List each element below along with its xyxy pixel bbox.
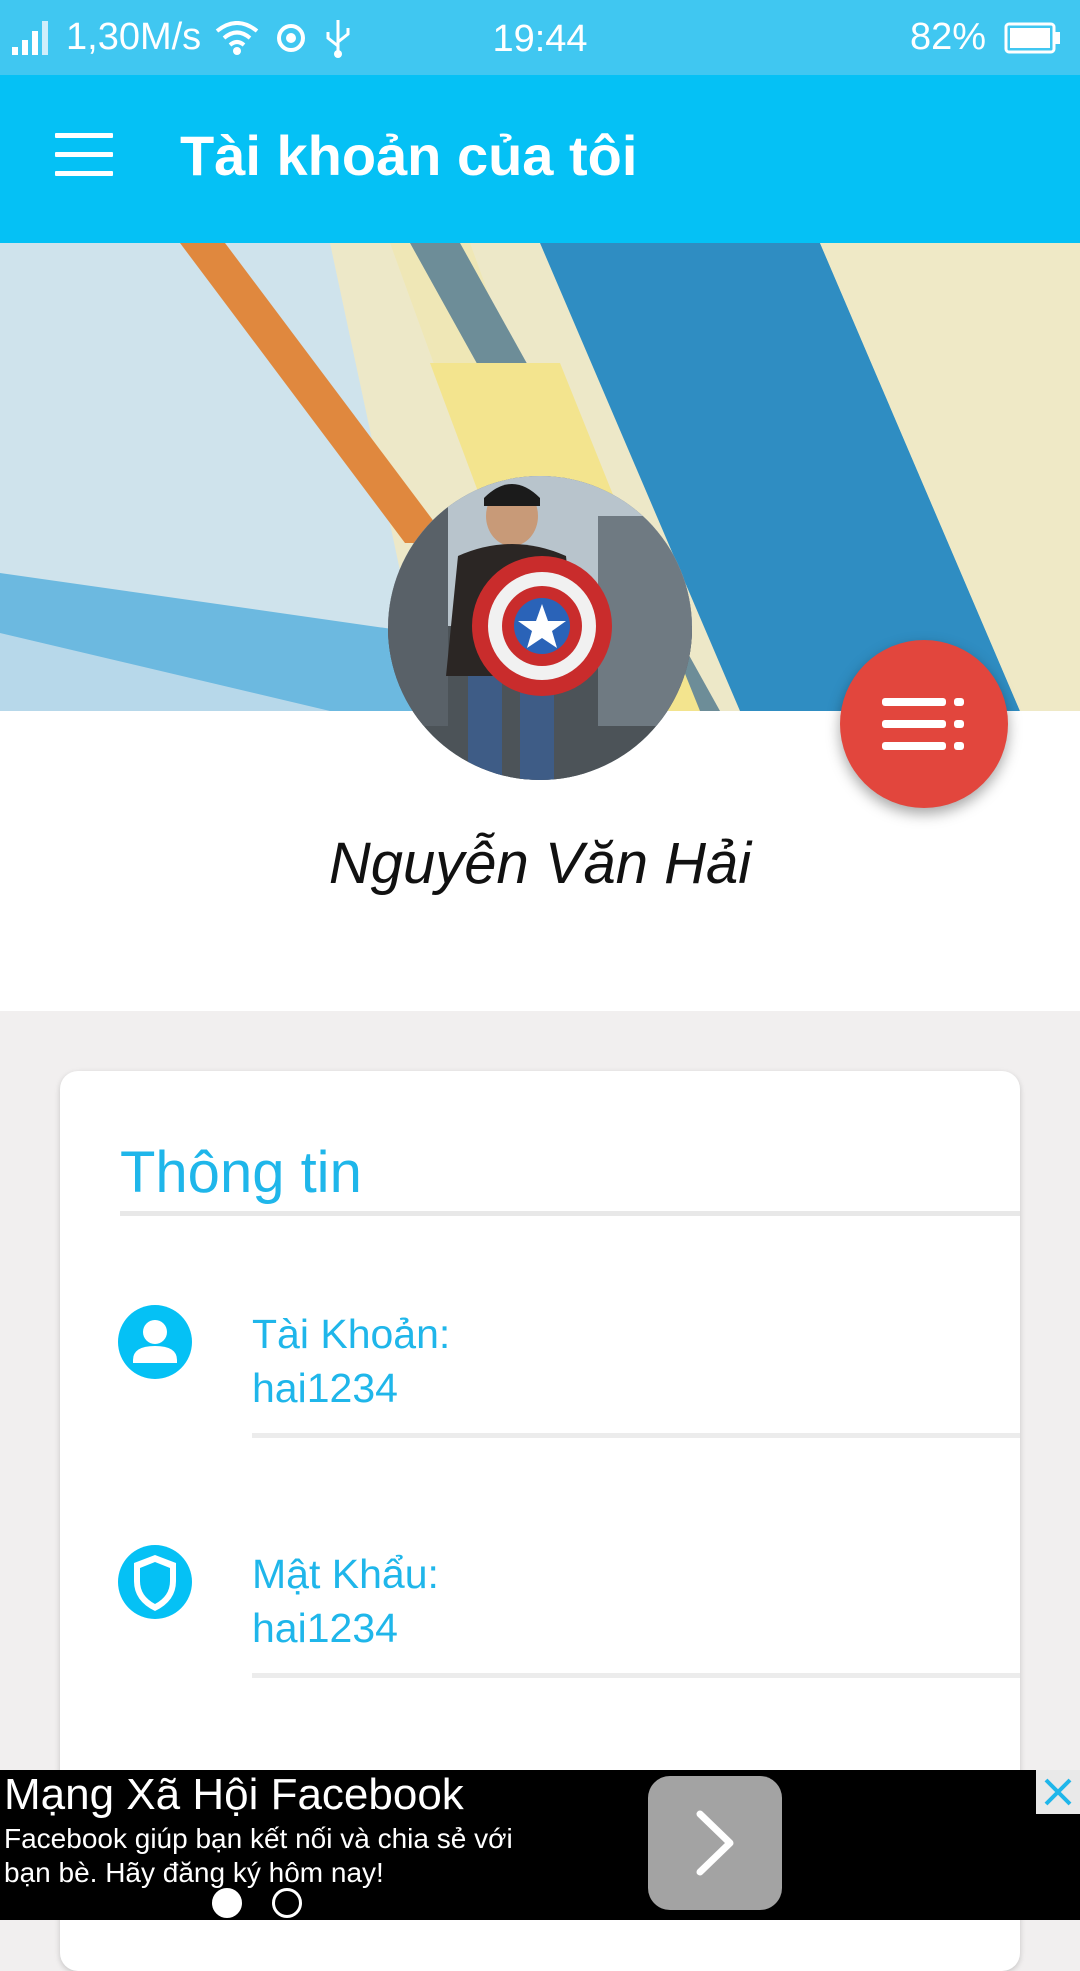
ad-description[interactable]: Facebook giúp bạn kết nối và chia sẻ với… <box>4 1822 524 1890</box>
account-icon <box>118 1305 192 1379</box>
battery-percent: 82% <box>909 16 986 58</box>
close-icon <box>1044 1778 1072 1806</box>
chevron-right-icon <box>696 1810 734 1876</box>
ad-cta-button[interactable] <box>648 1776 782 1910</box>
status-bar: 1,30M/s 19:44 82% <box>0 0 1080 75</box>
divider <box>252 1433 1020 1438</box>
ad-close-button[interactable] <box>1036 1770 1080 1814</box>
list-menu-icon <box>882 698 964 750</box>
password-value: hai1234 <box>252 1605 398 1651</box>
profile-name: Nguyễn Văn Hải <box>328 831 752 896</box>
divider <box>252 1673 1020 1678</box>
password-row[interactable]: Mật Khẩu: hai1234 <box>60 1541 1020 1761</box>
fab-menu-button[interactable] <box>840 640 1008 808</box>
ad-dot[interactable] <box>272 1888 302 1918</box>
ad-dot-active[interactable] <box>212 1888 242 1918</box>
card-title: Thông tin <box>120 1140 362 1205</box>
divider <box>120 1211 1020 1216</box>
ad-page-indicator <box>212 1888 332 1918</box>
page-title: Tài khoản của tôi <box>180 124 638 187</box>
ad-title[interactable]: Mạng Xã Hội Facebook <box>4 1770 464 1820</box>
account-row[interactable]: Tài Khoản: hai1234 <box>60 1301 1020 1521</box>
ad-banner[interactable]: Mạng Xã Hội Facebook Facebook giúp bạn k… <box>0 1770 1080 1920</box>
hamburger-menu-icon[interactable] <box>55 133 113 177</box>
status-bar-right: 82% <box>910 0 1062 75</box>
battery-icon <box>1004 22 1060 53</box>
avatar[interactable] <box>388 476 692 780</box>
avatar-photo <box>388 476 692 780</box>
password-label: Mật Khẩu: <box>252 1551 439 1597</box>
shield-icon <box>118 1545 192 1619</box>
account-value: hai1234 <box>252 1365 398 1411</box>
app-bar: Tài khoản của tôi <box>0 75 1080 243</box>
account-label: Tài Khoản: <box>252 1311 451 1357</box>
